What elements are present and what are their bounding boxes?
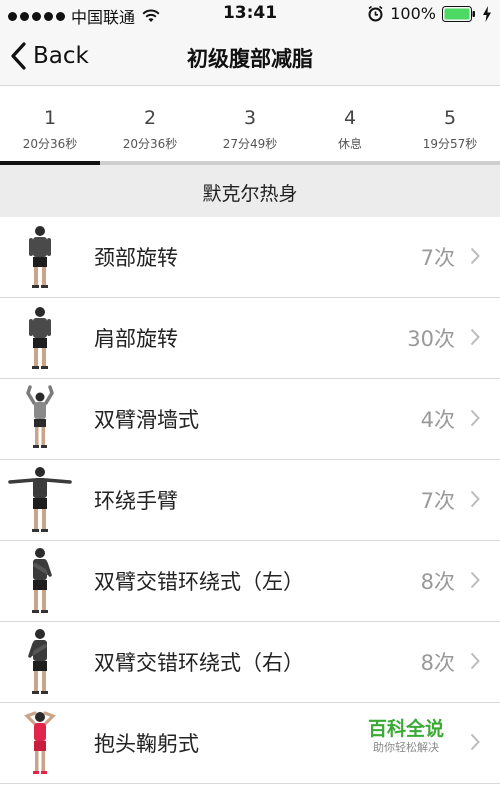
exercise-row[interactable]: 双臂交错环绕式（左） 8次 [0,541,500,622]
tab-day-4[interactable]: 4 休息 [300,86,400,162]
exercise-thumbnail [0,541,80,621]
exercise-name: 抱头鞠躬式 [94,732,199,756]
exercise-thumbnail [0,622,80,702]
exercise-name: 环绕手臂 [94,489,178,513]
tab-number: 3 [243,107,257,129]
watermark: 百科全说 助你轻松解决 [356,718,456,756]
exercise-thumbnail [0,460,80,540]
tab-number: 2 [143,107,157,129]
page-title: 初级腹部减脂 [187,47,313,71]
tab-day-3[interactable]: 3 27分49秒 [200,86,300,162]
exercise-row[interactable]: 双臂滑墙式 4次 [0,379,500,460]
exercise-row[interactable]: 颈部旋转 7次 [0,217,500,298]
exercise-name: 双臂交错环绕式（左） [94,570,304,594]
tab-day-2[interactable]: 2 20分36秒 [100,86,200,162]
tab-duration: 休息 [337,137,362,151]
exercise-count: 4次 [420,408,455,432]
tab-duration: 19分57秒 [422,137,478,151]
watermark-subtitle: 助你轻松解决 [373,741,439,754]
exercise-name: 双臂交错环绕式（右） [94,651,304,675]
chevron-right-icon [470,571,480,589]
tab-duration: 20分36秒 [22,137,78,151]
chevron-right-icon [470,652,480,670]
section-header: 默克尔热身 [0,165,500,217]
exercise-count: 30次 [407,327,455,351]
section-title: 默克尔热身 [202,183,298,205]
battery-icon [442,5,475,22]
navigation-bar: Back 初级腹部减脂 [0,30,500,85]
alarm-icon [368,5,383,22]
exercise-count: 7次 [420,489,455,513]
tab-duration: 20分36秒 [122,137,178,151]
tab-duration: 27分49秒 [222,137,278,151]
day-tabs: 1 20分36秒 2 20分36秒 3 27分49秒 4 休息 5 19分57秒 [0,85,500,166]
status-right: 100% [367,4,492,23]
chevron-right-icon [470,247,480,265]
tab-day-5[interactable]: 5 19分57秒 [400,86,500,162]
chevron-right-icon [470,409,480,427]
chevron-right-icon [470,490,480,508]
chevron-right-icon [470,328,480,346]
tab-day-1[interactable]: 1 20分36秒 [0,86,100,162]
tab-number: 4 [343,107,357,129]
battery-percent: 100% [390,4,436,23]
exercise-count: 8次 [420,651,455,675]
status-bar: 中国联通 13:41 100% [0,0,500,30]
exercise-row[interactable]: 双臂交错环绕式（右） 8次 [0,622,500,703]
exercise-name: 双臂滑墙式 [94,408,199,432]
exercise-row[interactable]: 环绕手臂 7次 [0,460,500,541]
exercise-thumbnail [0,703,80,783]
exercise-name: 颈部旋转 [94,246,178,270]
exercise-row[interactable]: 肩部旋转 30次 [0,298,500,379]
chevron-right-icon [470,733,480,751]
exercise-name: 肩部旋转 [94,327,178,351]
tab-number: 5 [443,107,457,129]
charging-bolt-icon [483,5,491,22]
exercise-thumbnail [0,217,80,297]
exercise-thumbnail [0,298,80,378]
exercise-list: 颈部旋转 7次 肩部旋转 30次 双臂滑墙式 4次 环绕手臂 7次 双臂交错环绕… [0,217,500,784]
watermark-title: 百科全说 [367,718,444,740]
tab-number: 1 [43,107,57,129]
exercise-thumbnail [0,379,80,459]
exercise-count: 8次 [420,570,455,594]
exercise-count: 7次 [420,246,455,270]
